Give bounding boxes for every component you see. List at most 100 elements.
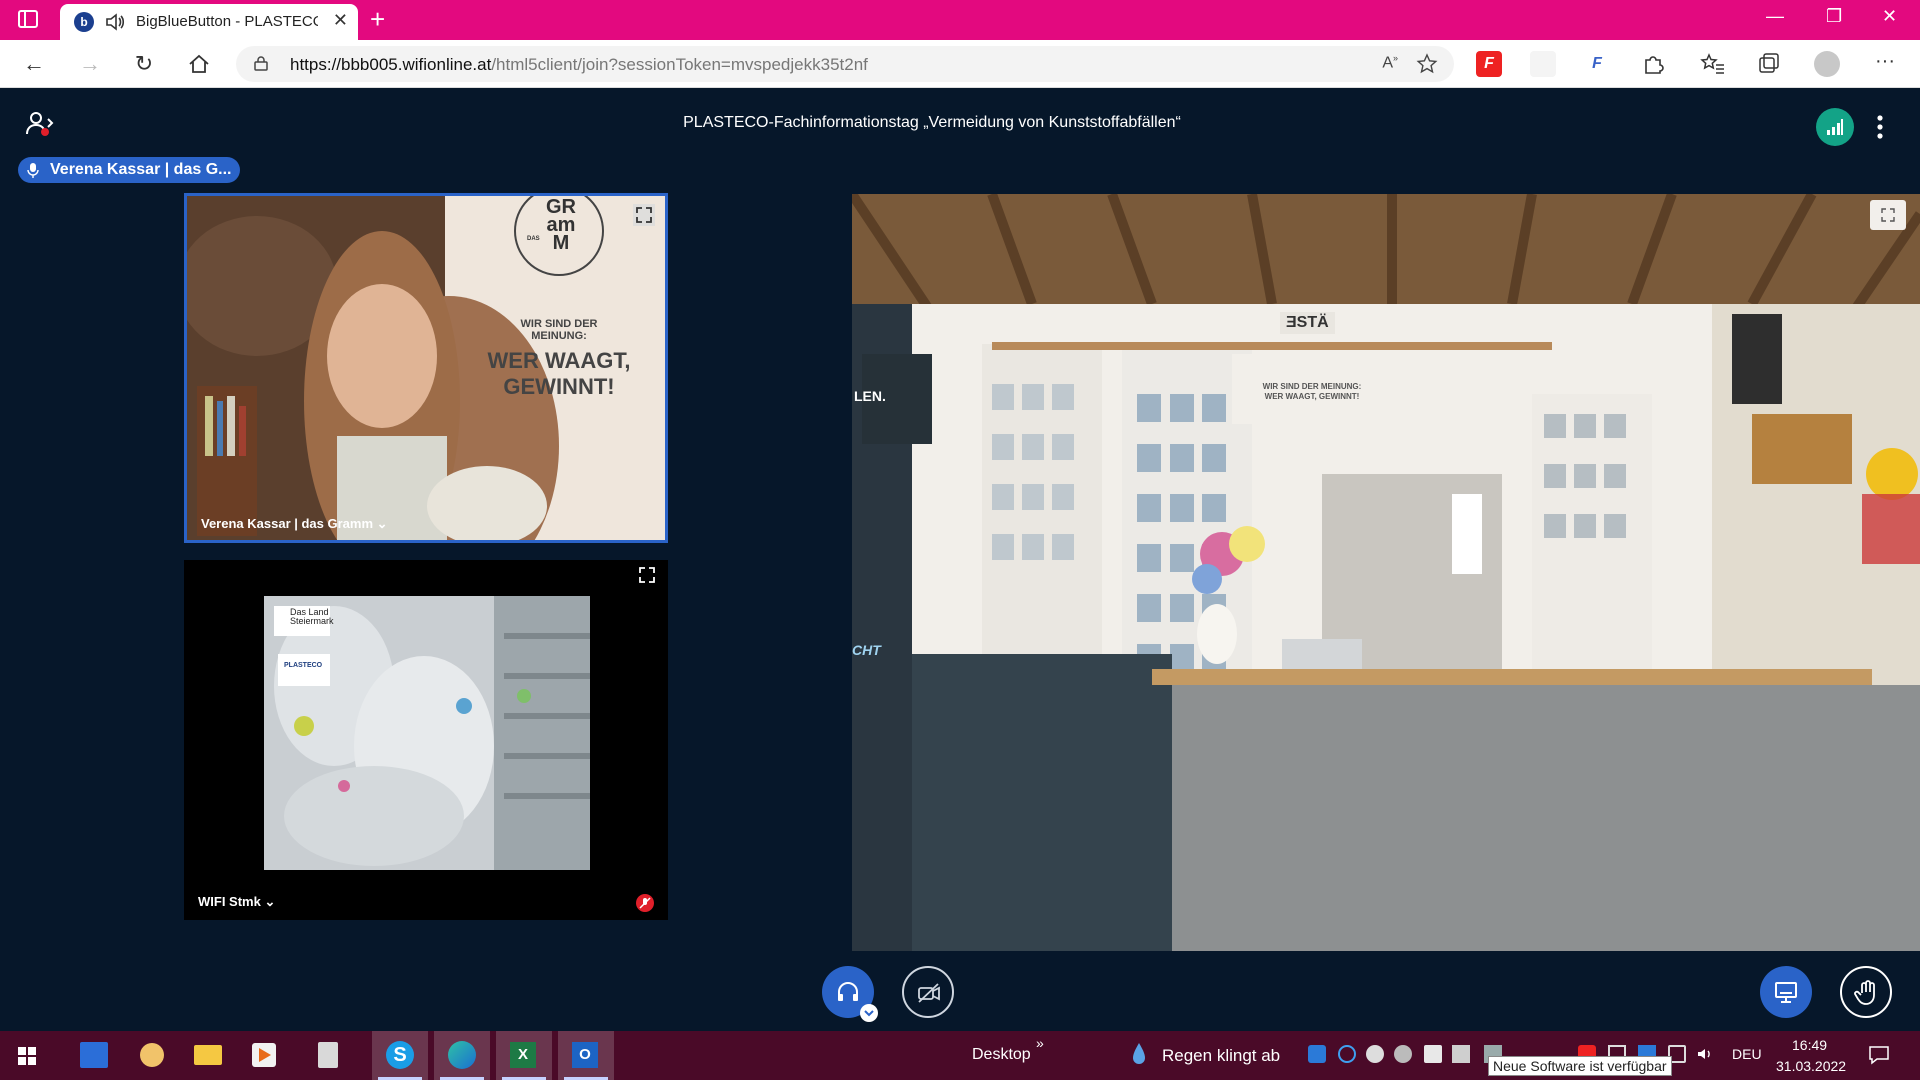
bbb-favicon: b bbox=[74, 12, 94, 32]
vpn-tray-icon[interactable] bbox=[1394, 1045, 1412, 1063]
restore-icon[interactable]: ❐ bbox=[1826, 6, 1842, 27]
webcam-user-name[interactable]: WIFI Stmk ⌄ bbox=[198, 894, 275, 910]
poster-line-4: GEWINNT! bbox=[503, 374, 615, 399]
sidebar-icon[interactable] bbox=[18, 10, 38, 28]
poster-line-2: MEINUNG: bbox=[531, 330, 587, 342]
meeting-title: PLASTECO-Fachinformationstag „Vermeidung… bbox=[683, 114, 1181, 131]
software-update-tooltip: Neue Software ist verfügbar bbox=[1488, 1056, 1672, 1076]
taskbar-app-calculator-icon[interactable] bbox=[300, 1031, 356, 1080]
shop-wall-sign: WIR SIND DER MEINUNG: WER WAAGT, GEWINNT… bbox=[1252, 382, 1372, 402]
gramm-logo: GR am M DAS bbox=[513, 197, 609, 253]
security-tray-icon[interactable] bbox=[1424, 1045, 1442, 1063]
webcam-tile-wifi[interactable]: Das Land Steiermark PLASTECO WIFI Stmk ⌄ bbox=[184, 560, 668, 920]
bluetooth-icon[interactable] bbox=[1338, 1045, 1356, 1063]
video-off-icon bbox=[918, 983, 940, 1003]
fullscreen-icon[interactable] bbox=[633, 204, 655, 226]
options-menu-icon[interactable] bbox=[1876, 114, 1884, 140]
hand-icon bbox=[1854, 980, 1875, 1005]
muted-microphone-icon bbox=[636, 894, 654, 912]
connection-status-button[interactable] bbox=[1816, 108, 1854, 146]
talking-indicator[interactable]: Verena Kassar | das G... bbox=[18, 157, 240, 183]
shop-sign-left: LEN. bbox=[854, 388, 886, 404]
input-language[interactable]: DEU bbox=[1732, 1046, 1762, 1062]
home-icon[interactable] bbox=[186, 51, 212, 77]
screenshare-image bbox=[852, 194, 1920, 951]
poster-line-1: WIR SIND DER bbox=[520, 318, 598, 330]
taskbar-app-media-icon[interactable] bbox=[236, 1031, 292, 1080]
poster-line-3: WER WAAGT, bbox=[487, 348, 631, 373]
toolbar-expand-chevron[interactable]: » bbox=[1036, 1035, 1044, 1051]
display-tray-icon[interactable] bbox=[1452, 1045, 1470, 1063]
blank-extension-icon[interactable] bbox=[1530, 51, 1556, 77]
headphones-icon bbox=[838, 982, 858, 1001]
presentation-icon bbox=[1775, 982, 1797, 1003]
profile-icon[interactable] bbox=[1814, 51, 1840, 77]
browser-toolbar: ← → ↻ https://bbb005.wifionline.at/html5… bbox=[0, 40, 1920, 88]
taskbar-app-skype-icon[interactable]: S bbox=[372, 1031, 428, 1080]
forward-icon[interactable]: → bbox=[76, 50, 104, 78]
presentation-button[interactable] bbox=[1760, 966, 1812, 1018]
weather-icon[interactable] bbox=[1132, 1041, 1146, 1071]
microphone-icon bbox=[27, 163, 39, 178]
shop-wall-sign-line-2: WER WAAGT, GEWINNT! bbox=[1264, 392, 1360, 401]
refresh-icon[interactable]: ↻ bbox=[130, 50, 158, 78]
taskbar-app-outlook-icon[interactable]: O bbox=[558, 1031, 614, 1080]
shop-sign-cht: CHT bbox=[852, 642, 881, 658]
new-tab-icon[interactable]: + bbox=[370, 4, 385, 34]
taskbar-app-explorer-icon[interactable] bbox=[180, 1031, 236, 1080]
leave-audio-button[interactable] bbox=[822, 966, 878, 1022]
windows-start-icon[interactable] bbox=[18, 1047, 36, 1065]
gramm-logo-small: DAS bbox=[527, 236, 540, 242]
clock-time[interactable]: 16:49 bbox=[1792, 1037, 1827, 1053]
talking-indicator-label: Verena Kassar | das G... bbox=[50, 161, 232, 178]
tab-bigbluebutton[interactable]: b BigBlueButton - PLASTECO- ✕ bbox=[60, 4, 358, 40]
weather-text[interactable]: Regen klingt ab bbox=[1162, 1046, 1280, 1066]
feedly-extension-icon[interactable]: F bbox=[1584, 51, 1610, 77]
audio-settings-chevron-icon[interactable] bbox=[860, 1004, 878, 1022]
share-webcam-button[interactable] bbox=[902, 966, 954, 1018]
extensions-icon[interactable] bbox=[1640, 51, 1666, 77]
taskbar-app-excel-icon[interactable]: X bbox=[496, 1031, 552, 1080]
taskbar-app-edge-icon[interactable] bbox=[434, 1031, 490, 1080]
url-text[interactable]: https://bbb005.wifionline.at/html5client… bbox=[290, 55, 868, 75]
favorites-icon[interactable] bbox=[1700, 51, 1726, 77]
signal-bars-icon bbox=[1827, 119, 1843, 135]
shop-banner: ƎSTÄ bbox=[1280, 312, 1335, 334]
fullscreen-icon[interactable] bbox=[636, 564, 658, 586]
skype-tray-icon[interactable] bbox=[1308, 1045, 1326, 1063]
slide-logo-line-2: Steiermark bbox=[290, 616, 334, 626]
raise-hand-button[interactable] bbox=[1840, 966, 1892, 1018]
slide-logo-plasteco: PLASTECO bbox=[284, 662, 323, 669]
screenshare-area[interactable]: WIR SIND DER MEINUNG: WER WAAGT, GEWINNT… bbox=[852, 194, 1920, 951]
foxit-extension-icon[interactable]: F bbox=[1476, 51, 1502, 77]
sync-tray-icon[interactable] bbox=[1366, 1045, 1384, 1063]
collections-icon[interactable] bbox=[1756, 51, 1782, 77]
taskbar-app-paint-icon[interactable] bbox=[124, 1031, 180, 1080]
taskbar-app-draw-icon[interactable] bbox=[66, 1031, 122, 1080]
back-icon[interactable]: ← bbox=[20, 50, 48, 78]
address-bar[interactable]: https://bbb005.wifionline.at/html5client… bbox=[236, 46, 1454, 82]
add-favorite-icon[interactable] bbox=[1416, 53, 1438, 75]
shared-slide-image bbox=[264, 596, 590, 870]
url-path: /html5client/join?sessionToken=mvspedjek… bbox=[491, 55, 868, 74]
lock-icon[interactable] bbox=[254, 55, 268, 71]
webcam-tile-verena[interactable]: GR am M DAS WIR SIND DER MEINUNG: WER WA… bbox=[184, 193, 668, 543]
slide-logo-land: Das Land Steiermark bbox=[290, 608, 334, 626]
clock-date[interactable]: 31.03.2022 bbox=[1776, 1058, 1846, 1074]
window-close-icon[interactable]: ✕ bbox=[1882, 6, 1897, 27]
more-icon[interactable]: ··· bbox=[1872, 51, 1898, 77]
notifications-icon[interactable] bbox=[1868, 1045, 1890, 1065]
poster-text: WIR SIND DER MEINUNG: WER WAAGT, GEWINNT… bbox=[459, 318, 659, 400]
fullscreen-icon[interactable] bbox=[1870, 200, 1906, 230]
browser-tab-bar: b BigBlueButton - PLASTECO- ✕ + — ❐ ✕ bbox=[0, 0, 1920, 40]
read-aloud-icon[interactable]: A» bbox=[1382, 53, 1398, 72]
speaker-icon[interactable] bbox=[104, 11, 126, 33]
volume-icon[interactable] bbox=[1696, 1045, 1714, 1063]
shop-wall-sign-line-1: WIR SIND DER MEINUNG: bbox=[1262, 382, 1362, 391]
close-icon[interactable]: ✕ bbox=[333, 10, 348, 31]
desktop-toolbar-label[interactable]: Desktop bbox=[972, 1046, 1031, 1064]
webcam-user-name[interactable]: Verena Kassar | das Gramm ⌄ bbox=[201, 516, 388, 532]
minimize-icon[interactable]: — bbox=[1766, 6, 1784, 27]
bbb-app: PLASTECO-Fachinformationstag „Vermeidung… bbox=[0, 88, 1920, 1031]
tab-title: BigBlueButton - PLASTECO- bbox=[136, 13, 318, 30]
